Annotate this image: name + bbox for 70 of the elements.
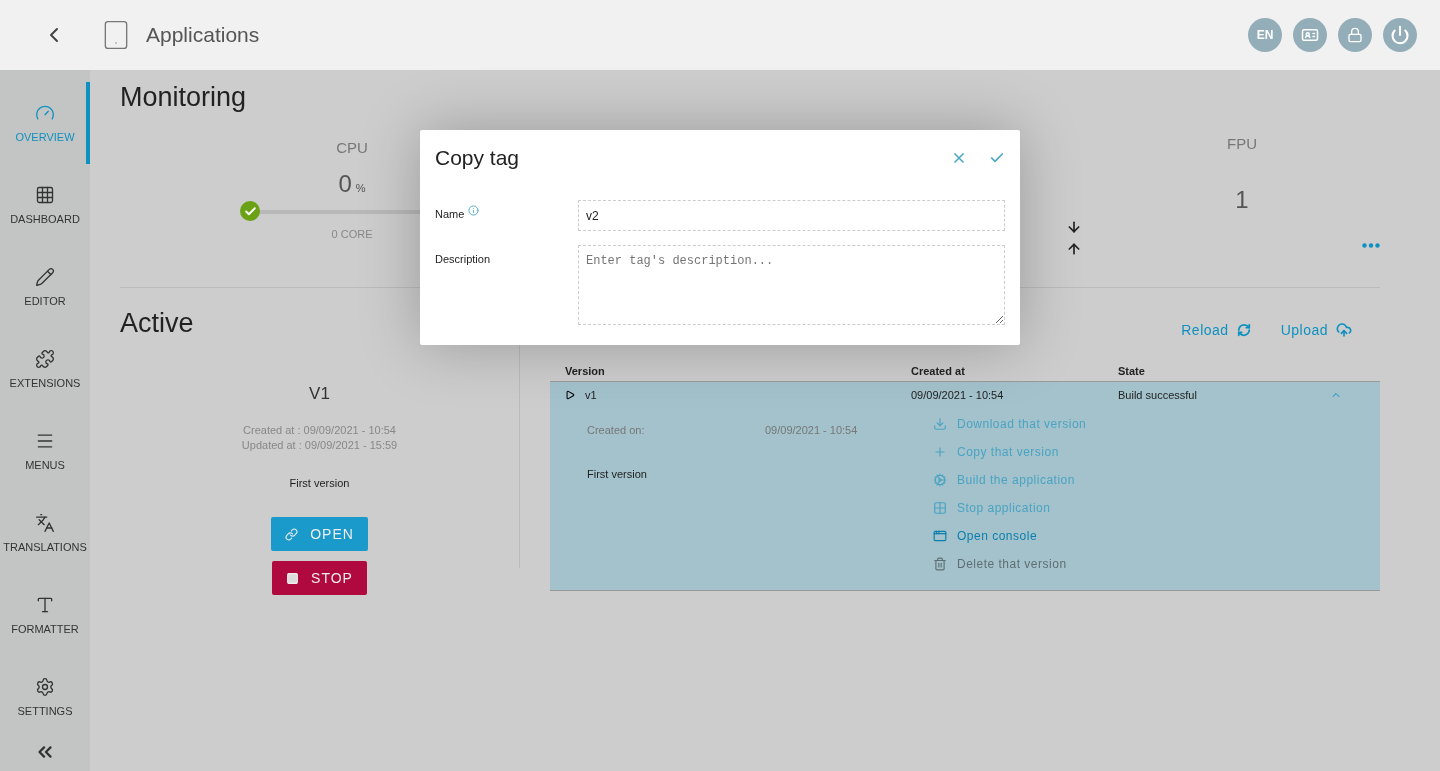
reload-button[interactable]: Reload (1181, 322, 1251, 338)
metric-label: FPU (1227, 135, 1257, 152)
window-icon (933, 529, 947, 543)
id-card-icon (1301, 26, 1319, 44)
upload-button[interactable]: Upload (1280, 322, 1352, 338)
link-icon (285, 527, 299, 541)
cog-icon (933, 473, 947, 487)
updated-date: Updated at : 09/09/2021 - 15:59 (241, 439, 398, 451)
sidebar-item[interactable]: SETTINGS (0, 656, 90, 738)
column-header: Created at (911, 364, 966, 377)
action-link[interactable]: Build the application (933, 466, 1380, 494)
play-icon (565, 390, 575, 400)
lock-icon (1347, 27, 1363, 43)
section-title: Monitoring (120, 82, 248, 113)
action-link[interactable]: Download that version (933, 410, 1380, 438)
table-cell-text: 09/09/2021 - 10:54 (911, 389, 1005, 401)
metric-unit: % (355, 182, 366, 194)
version-name: V1 (309, 384, 330, 404)
badge-button[interactable] (1293, 18, 1327, 52)
pencil-icon (35, 267, 55, 287)
dots-icon (1362, 243, 1380, 248)
metric-label: CPU (336, 139, 368, 156)
detail-description: First version (587, 468, 648, 480)
translate-icon (35, 513, 55, 533)
font-icon (35, 595, 55, 615)
square-icon (286, 571, 300, 585)
description-field[interactable]: Enter tag's description... (578, 245, 1005, 325)
page-title: Applications (146, 23, 260, 47)
field-label: Name (435, 208, 465, 220)
table-cell-text: Build successful (1118, 389, 1198, 401)
column-header: Version (565, 364, 606, 377)
plus-icon (933, 445, 947, 459)
version-description: First version (289, 477, 350, 489)
open-button[interactable]: OPEN (271, 517, 368, 551)
dialog-title: Copy tag (435, 146, 520, 170)
section-title: Active (120, 308, 194, 339)
sidebar-item[interactable]: EDITOR (0, 246, 90, 328)
table-cell: v1 (585, 389, 597, 401)
metric-value: 0 (338, 170, 352, 198)
grid-icon (35, 185, 55, 205)
sidebar-item[interactable]: MENUS (0, 410, 90, 492)
action-link[interactable]: Open console (933, 522, 1380, 550)
detail-label: Created on: (587, 424, 646, 436)
puzzle-icon (35, 349, 55, 369)
grid-icon (933, 501, 947, 515)
detail-value: 09/09/2021 - 10:54 (765, 424, 859, 436)
refresh-icon (1236, 323, 1251, 337)
action-link[interactable]: Copy that version (933, 438, 1380, 466)
name-field[interactable]: v2 (578, 200, 1005, 231)
power-icon (1390, 25, 1410, 45)
more-button[interactable] (1362, 243, 1380, 248)
settings-icon (35, 677, 55, 697)
sidebar-item[interactable]: TRANSLATIONS (0, 492, 90, 574)
action-link[interactable]: Stop application (933, 494, 1380, 522)
power-button[interactable] (1383, 18, 1417, 52)
download-icon (933, 417, 947, 431)
column-header: State (1118, 364, 1146, 377)
field-label: Description (435, 253, 491, 265)
sidebar-item[interactable]: FORMATTER (0, 574, 90, 656)
sidebar-item[interactable]: EXTENSIONS (0, 328, 90, 410)
metric-caption: 0 CORE (331, 228, 373, 240)
language-button[interactable]: EN (1248, 18, 1282, 52)
sidebar-item[interactable]: DASHBOARD (0, 164, 90, 246)
lock-button[interactable] (1338, 18, 1372, 52)
close-button[interactable] (951, 150, 967, 166)
stop-button[interactable]: STOP (272, 561, 367, 595)
cloud-upload-icon (1336, 322, 1352, 338)
metric-value: 1 (1235, 186, 1249, 214)
created-date: Created at : 09/09/2021 - 10:54 (243, 424, 396, 436)
trash-icon (933, 557, 947, 571)
